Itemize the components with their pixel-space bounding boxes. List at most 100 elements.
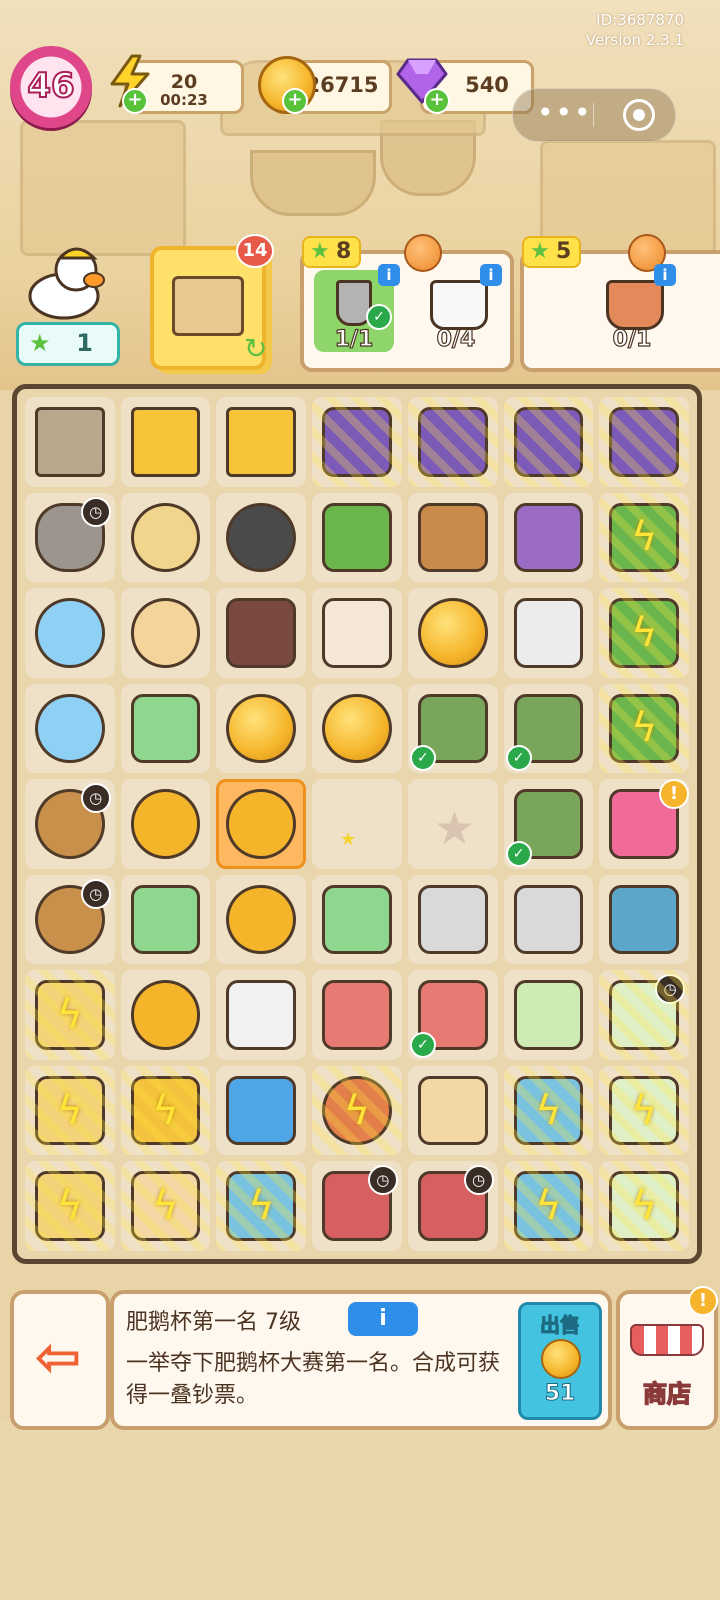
board-cell[interactable]	[407, 874, 498, 965]
board-cell[interactable]	[503, 970, 594, 1060]
purple-item-icon	[609, 407, 679, 477]
add-energy-button[interactable]: +	[122, 88, 148, 114]
board-cell[interactable]: ϟ	[599, 683, 689, 774]
board-cell[interactable]	[216, 588, 307, 678]
board-cell[interactable]: ϟ	[599, 1161, 689, 1251]
board-cell[interactable]: ✓	[407, 970, 498, 1060]
board-cell[interactable]	[312, 588, 402, 678]
board-cell[interactable]	[216, 779, 307, 869]
board-cell[interactable]	[503, 492, 594, 583]
close-miniprogram-button[interactable]	[623, 99, 655, 131]
order-card-1[interactable]: ★ 8 1/1 i ✓ 0/4 i	[300, 234, 514, 372]
green-item-icon	[609, 502, 679, 573]
board-cell[interactable]	[599, 874, 689, 965]
board-cell[interactable]	[216, 970, 307, 1060]
board-cell[interactable]	[312, 874, 402, 965]
board-cell[interactable]	[312, 683, 402, 774]
board-cell[interactable]: ✓	[503, 683, 594, 774]
player-id: ID:3687870	[596, 11, 684, 29]
cup-item-icon	[35, 1075, 105, 1146]
item-info-button[interactable]: i	[348, 1302, 418, 1336]
board-cell[interactable]: ϟ	[312, 1065, 402, 1156]
paint-bucket-icon	[430, 280, 488, 330]
item-title: 肥鹅杯第一名 7级	[126, 1310, 301, 1335]
board-cell[interactable]: ϟ	[503, 1065, 594, 1156]
board-cell[interactable]: ◷	[25, 492, 115, 583]
purple-item-icon	[417, 407, 488, 477]
info-icon[interactable]: i	[480, 264, 502, 286]
board-cell[interactable]	[216, 874, 307, 965]
board-cell[interactable]: !	[599, 779, 689, 869]
board-cell[interactable]: ϟ	[120, 1161, 211, 1251]
board-cell[interactable]: ϟ	[599, 588, 689, 678]
board-cell[interactable]: ϟ	[599, 492, 689, 583]
board-cell[interactable]: ◷	[25, 874, 115, 965]
board-cell[interactable]: ϟ	[25, 1161, 115, 1251]
empty-star-slot-icon: ★	[433, 801, 476, 856]
lightning-bolt-icon: ϟ	[248, 1183, 275, 1230]
green-item-icon	[322, 502, 392, 573]
order-card-2[interactable]: ★ 5 0/1 i	[520, 234, 720, 372]
board-cell[interactable]	[503, 874, 594, 965]
board-cell[interactable]	[25, 588, 115, 678]
add-coins-button[interactable]: +	[282, 88, 308, 114]
lightning-bolt-icon: ϟ	[630, 1087, 658, 1134]
yellow-item-icon	[130, 407, 201, 477]
add-gems-button[interactable]: +	[424, 88, 450, 114]
board-cell[interactable]	[407, 492, 498, 583]
board-cell[interactable]	[216, 1065, 307, 1156]
board-cell[interactable]	[120, 779, 211, 869]
board-cell[interactable]: ◷	[25, 779, 115, 869]
info-icon[interactable]: i	[378, 264, 400, 286]
more-menu-button[interactable]: •••	[537, 99, 593, 127]
board-cell[interactable]	[503, 588, 594, 678]
board-cell[interactable]: ϟ	[25, 1065, 115, 1156]
board-cell[interactable]	[120, 874, 211, 965]
board-cell[interactable]: ✓	[407, 683, 498, 774]
board-cell[interactable]	[503, 397, 594, 487]
player-level-badge[interactable]: 46	[10, 46, 92, 128]
board-cell[interactable]	[599, 397, 689, 487]
order-item-progress: 0/4	[436, 326, 476, 352]
duck-character-icon[interactable]	[20, 240, 116, 320]
board-cell[interactable]: ◷	[312, 1161, 402, 1251]
board-cell[interactable]	[407, 397, 498, 487]
board-cell[interactable]	[120, 588, 211, 678]
board-cell[interactable]	[216, 683, 307, 774]
lightning-bolt-icon: ϟ	[535, 1087, 562, 1134]
board-cell[interactable]	[120, 970, 211, 1060]
sell-button[interactable]: 出售 51	[518, 1302, 602, 1420]
board-cell[interactable]: ✓	[503, 779, 594, 869]
medal-item-icon	[130, 980, 201, 1050]
exit-button[interactable]: ⇦	[10, 1290, 110, 1430]
board-cell[interactable]	[312, 970, 402, 1060]
board-cell[interactable]: ϟ	[599, 1065, 689, 1156]
lightning-bolt-icon: ϟ	[630, 705, 658, 752]
board-cell[interactable]: ϟ	[25, 970, 115, 1060]
board-cell[interactable]: ϟ	[503, 1161, 594, 1251]
board-cell[interactable]	[216, 397, 307, 487]
board-cell[interactable]	[312, 397, 402, 487]
board-cell[interactable]	[120, 492, 211, 583]
board-cell[interactable]: ◷	[407, 1161, 498, 1251]
board-cell[interactable]: ϟ	[120, 1065, 211, 1156]
board-cell[interactable]: ◷	[599, 970, 689, 1060]
board-cell[interactable]	[25, 397, 115, 487]
info-icon[interactable]: i	[654, 264, 676, 286]
board-cell[interactable]	[407, 588, 498, 678]
order-reward: ★ 8	[302, 236, 362, 268]
board-cell[interactable]	[312, 492, 402, 583]
board-cell[interactable]: ★	[407, 779, 498, 869]
board-cell[interactable]	[407, 1065, 498, 1156]
book-item-icon	[513, 502, 584, 573]
shop-button[interactable]: 商店 !	[616, 1286, 718, 1430]
board-cell[interactable]	[25, 683, 115, 774]
capsule-divider	[593, 103, 594, 127]
roller-item-icon	[513, 598, 584, 668]
board-cell[interactable]	[216, 492, 307, 583]
board-cell[interactable]: ★	[312, 779, 402, 869]
board-cell[interactable]: ϟ	[216, 1161, 307, 1251]
board-cell[interactable]	[120, 397, 211, 487]
merge-board: ◷ ϟ ϟ ✓ ✓ ϟ ◷ ★ ★ ✓! ◷ ϟ ✓ ◷ ϟ ϟ ϟ ϟ ϟ ϟ ϟ ϟ ◷ ◷ ϟ ϟ	[12, 384, 702, 1264]
board-cell[interactable]	[120, 683, 211, 774]
